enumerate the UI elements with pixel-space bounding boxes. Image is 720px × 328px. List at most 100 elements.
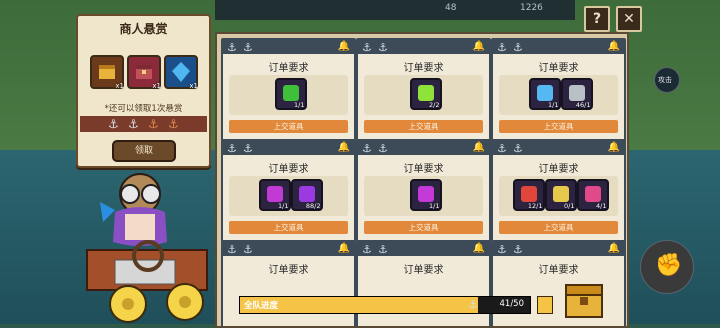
green-boots-icon[interactable]: 1/1: [274, 78, 307, 110]
attack-button[interactable]: 攻击: [654, 67, 680, 93]
submit-items-button[interactable]: 上交道具: [499, 120, 618, 133]
order-items: 2/2: [364, 75, 483, 115]
anchor-icon: ⚓: [497, 142, 507, 155]
item-count: 1/1: [278, 202, 289, 210]
action-fist-button[interactable]: ✊: [640, 240, 694, 294]
bell-icon: 🔔: [472, 243, 485, 254]
order-title: 订单要求: [268, 265, 309, 276]
order-card: ⚓ ⚓ 🔔 订单要求 2/2 上交道具: [356, 38, 491, 141]
bell-icon: 🔔: [337, 41, 350, 52]
reward-count: x1: [152, 82, 161, 90]
order-title: 订单要求: [403, 265, 444, 276]
order-card: ⚓ ⚓ 🔔 订单要求: [356, 240, 491, 326]
item-graphic: [282, 85, 299, 101]
green-shirt-icon[interactable]: 2/2: [409, 78, 442, 110]
gem-value: 1226: [520, 3, 543, 13]
close-icon: ✕: [623, 11, 635, 27]
card-header: ⚓ ⚓ 🔔: [223, 141, 354, 155]
attack-label: 攻击: [658, 76, 672, 84]
reward-box-icon[interactable]: [537, 296, 553, 314]
bounty-note: *还可以领取1次悬赏: [104, 104, 183, 114]
order-title: 订单要求: [403, 63, 444, 74]
item-count: 1/1: [294, 101, 305, 109]
item-graphic: [568, 85, 585, 101]
anchor-icon: ⚓: [227, 243, 237, 256]
blue-potion-icon[interactable]: 1/1: [528, 78, 561, 110]
bell-icon: 🔔: [337, 142, 350, 153]
purple-flower-icon[interactable]: 1/1: [409, 179, 442, 211]
submit-items-button[interactable]: 上交道具: [364, 120, 483, 133]
anchor-icon: ⚓: [497, 41, 507, 54]
item-count: 1/1: [429, 202, 440, 210]
anchor-icon: ⚓: [497, 243, 507, 256]
item-graphic: [417, 85, 434, 101]
item-graphic: [298, 186, 315, 202]
reward-slot-blue-gem[interactable]: x1: [164, 55, 198, 90]
treasure-chest-icon[interactable]: [562, 279, 606, 319]
anchor-icon: ⚓: [513, 243, 523, 256]
submit-items-button[interactable]: 上交道具: [229, 120, 348, 133]
submit-items-button[interactable]: 上交道具: [499, 221, 618, 234]
order-card: ⚓ ⚓ 🔔 订单要求 1/1 46/1 上交道具: [491, 38, 626, 141]
order-title: 订单要求: [268, 164, 309, 175]
anchor-icon: ⚓: [227, 142, 237, 155]
order-items: 1/1 88/2: [229, 176, 348, 216]
anchor-icon: ⚓: [227, 41, 237, 54]
item-graphic: [520, 186, 537, 202]
item-count: 12/1: [527, 202, 543, 210]
submit-items-button[interactable]: 上交道具: [229, 221, 348, 234]
bell-icon: 🔔: [607, 41, 620, 52]
order-title: 订单要求: [268, 63, 309, 74]
card-header: ⚓ ⚓ 🔔: [223, 40, 354, 54]
card-header: ⚓ ⚓ 🔔: [358, 141, 489, 155]
anchor-icon: ⚓: [378, 142, 388, 155]
anchor-icon: ⚓: [148, 117, 159, 131]
anchor-icon: ⚓: [378, 243, 388, 256]
anchor-icon: ⚓: [362, 41, 372, 54]
item-count: 1/1: [548, 101, 559, 109]
gold-ring-icon[interactable]: 0/1: [544, 179, 577, 211]
submit-items-button[interactable]: 上交道具: [364, 221, 483, 234]
claim-button[interactable]: 领取: [112, 140, 176, 162]
anchor-icon: ⚓: [513, 41, 523, 54]
order-card: ⚓ ⚓ 🔔 订单要求 1/1 上交道具: [356, 139, 491, 242]
bell-icon: 🔔: [472, 142, 485, 153]
gray-armor-icon[interactable]: 46/1: [560, 78, 593, 110]
card-header: ⚓ ⚓ 🔔: [358, 40, 489, 54]
order-title: 订单要求: [403, 164, 444, 175]
anchor-icon: ⚓: [168, 117, 179, 131]
anchor-icon: ⚓: [468, 298, 478, 311]
reward-slot-gold-gear-chest[interactable]: x1: [90, 55, 124, 90]
anchor-icon: ⚓: [243, 243, 253, 256]
question-icon: ?: [592, 11, 602, 27]
bell-icon: 🔔: [472, 41, 485, 52]
anchor-icon: ⚓: [513, 142, 523, 155]
fist-icon: ✊: [655, 253, 683, 278]
bell-icon: 🔔: [337, 243, 350, 254]
card-header: ⚓ ⚓ 🔔: [223, 242, 354, 256]
item-graphic: [417, 186, 434, 202]
character-merchant-girl: [85, 172, 225, 324]
purple-gem-icon[interactable]: 1/1: [258, 179, 291, 211]
order-card: ⚓ ⚓ 🔔 订单要求: [221, 240, 356, 326]
item-graphic: [552, 186, 569, 202]
pink-flower-icon[interactable]: 4/1: [576, 179, 609, 211]
order-card: ⚓ ⚓ 🔔 订单要求 12/1 0/1 4/1 上交道具: [491, 139, 626, 242]
order-items: 1/1 46/1: [499, 75, 618, 115]
item-count: 46/1: [575, 101, 591, 109]
item-count: 4/1: [596, 202, 607, 210]
order-items: 1/1: [364, 176, 483, 216]
team-progress-bar: 全队进度 ⚓ 41/50: [239, 296, 531, 314]
item-count: 2/2: [429, 101, 440, 109]
item-count: 0/1: [564, 202, 575, 210]
anchor-icon: ⚓: [243, 142, 253, 155]
anchor-icon: ⚓: [108, 117, 119, 131]
anchor-icon: ⚓: [362, 142, 372, 155]
reward-count: x1: [189, 82, 198, 90]
card-header: ⚓ ⚓ 🔔: [493, 40, 624, 54]
purple-bracelet-icon[interactable]: 88/2: [290, 179, 323, 211]
red-crab-icon[interactable]: 12/1: [512, 179, 545, 211]
reward-slot-treasure-chest[interactable]: x1: [127, 55, 161, 90]
close-button[interactable]: ✕: [616, 6, 642, 32]
help-button[interactable]: ?: [584, 6, 610, 32]
